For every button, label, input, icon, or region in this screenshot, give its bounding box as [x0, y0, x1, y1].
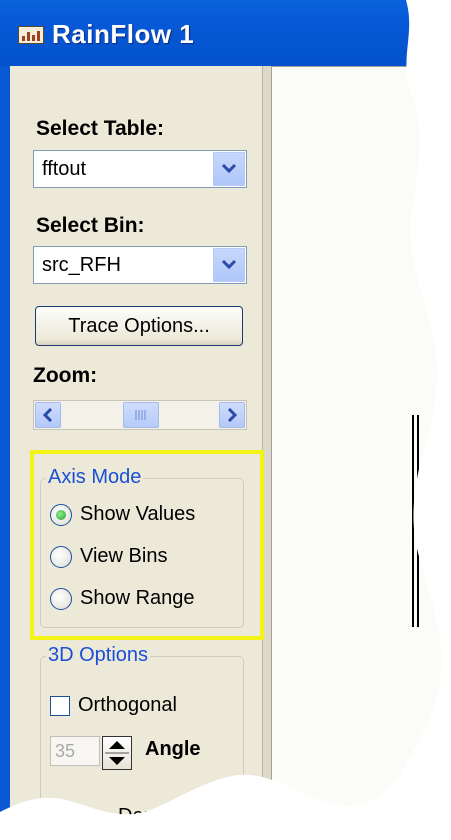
- orthogonal-checkbox[interactable]: Orthogonal: [50, 694, 177, 717]
- chart-icon: [18, 26, 44, 44]
- depth-label: Depth: [118, 805, 172, 827]
- spinner-arrows-icon[interactable]: [102, 736, 132, 770]
- highlight-box: [30, 450, 264, 640]
- select-table-label: Select Table:: [36, 117, 164, 140]
- select-table-dropdown[interactable]: fftout: [33, 150, 247, 188]
- title-bar[interactable]: RainFlow 1: [0, 0, 451, 66]
- orthogonal-label: Orthogonal: [78, 694, 177, 716]
- chevron-right-icon[interactable]: [219, 402, 245, 428]
- plot-line: [412, 415, 414, 627]
- zoom-scrollbar[interactable]: [33, 400, 247, 430]
- grip-icon: [135, 410, 146, 420]
- select-bin-value: src_RFH: [42, 254, 121, 276]
- 3d-options-title: 3D Options: [46, 644, 151, 667]
- select-bin-label: Select Bin:: [36, 214, 145, 237]
- zoom-label: Zoom:: [33, 364, 98, 387]
- window-title: RainFlow 1: [52, 19, 195, 49]
- angle-label: Angle: [145, 738, 201, 760]
- panel-splitter[interactable]: [262, 66, 271, 826]
- angle-input[interactable]: 35: [50, 736, 100, 766]
- window-frame-left: [0, 66, 10, 826]
- plot-area[interactable]: [271, 66, 451, 827]
- chevron-left-icon[interactable]: [35, 402, 61, 428]
- plot-line: [417, 415, 419, 627]
- trace-options-button[interactable]: Trace Options...: [35, 306, 243, 346]
- zoom-thumb[interactable]: [123, 402, 159, 428]
- checkbox[interactable]: [50, 695, 70, 716]
- chevron-down-icon[interactable]: [213, 152, 245, 186]
- rainflow-window: RainFlow 1 Select Table: fftout Select B…: [0, 0, 451, 840]
- chevron-down-icon[interactable]: [213, 248, 245, 282]
- select-table-value: fftout: [42, 158, 87, 180]
- select-bin-dropdown[interactable]: src_RFH: [33, 246, 247, 284]
